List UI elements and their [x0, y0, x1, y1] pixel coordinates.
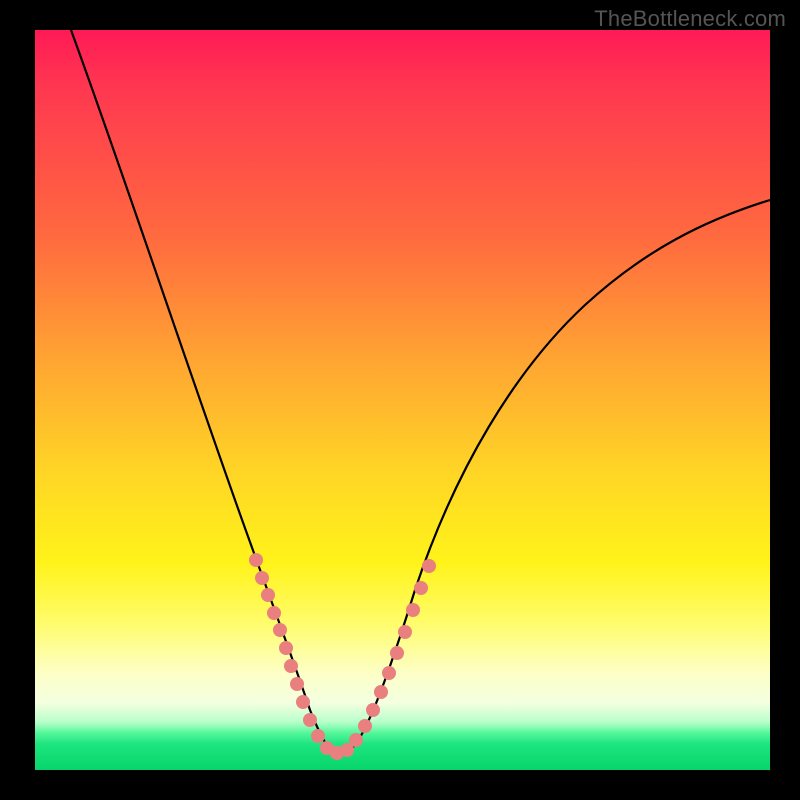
chart-frame: TheBottleneck.com — [0, 0, 800, 800]
plot-area — [35, 30, 770, 770]
highlight-dots — [249, 553, 436, 760]
curve-svg — [35, 30, 770, 770]
watermark-text: TheBottleneck.com — [594, 6, 786, 32]
bottleneck-curve — [71, 30, 770, 754]
